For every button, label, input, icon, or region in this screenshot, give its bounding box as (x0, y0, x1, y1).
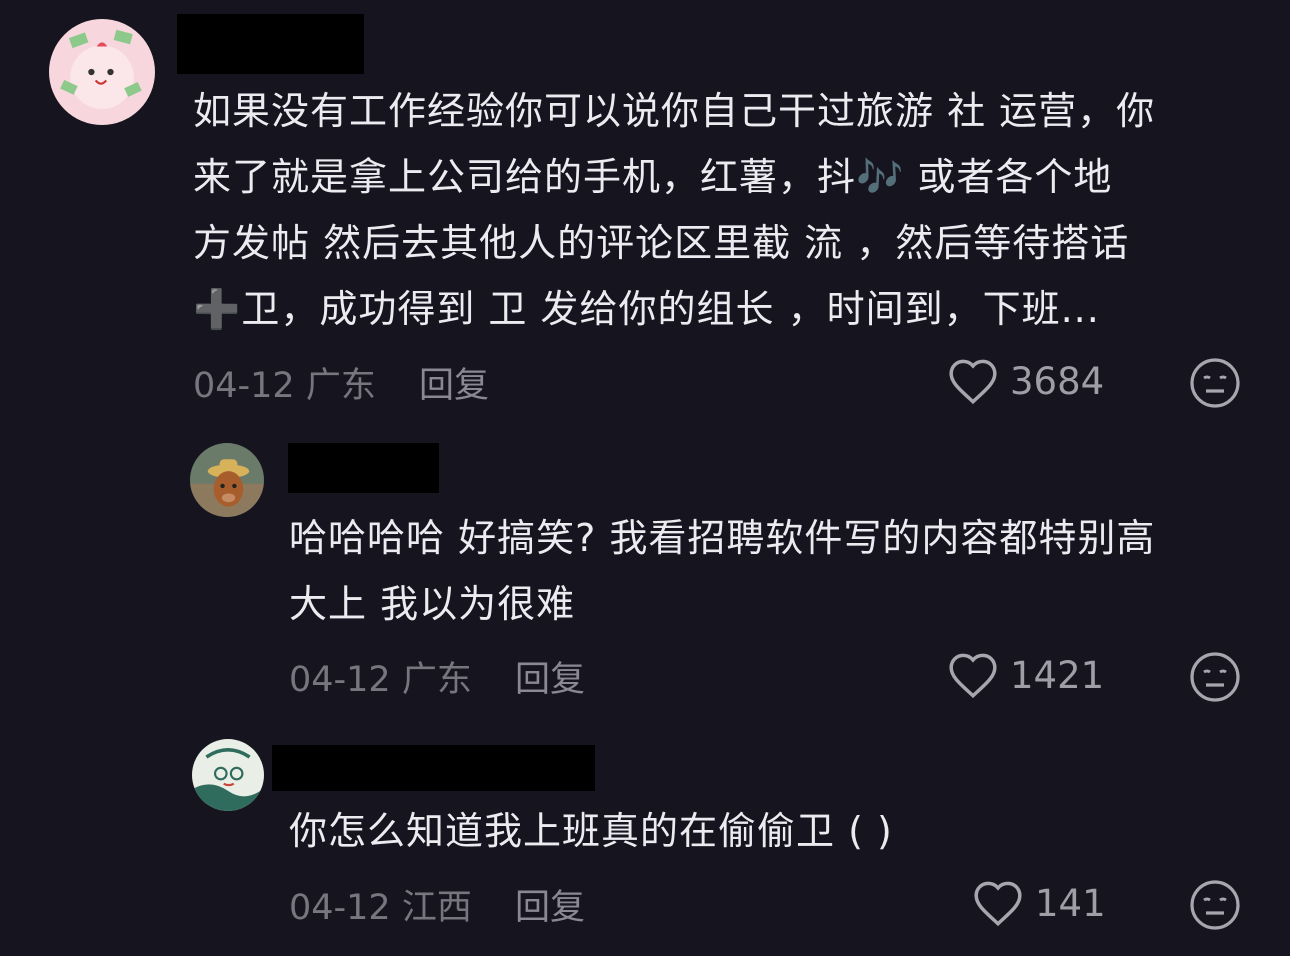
comment-location: 广东 (305, 366, 376, 406)
comment-text-line-4: ➕卫，成功得到 卫 发给你的组长 ，时间到，下班... (193, 276, 1100, 342)
username-redacted[interactable] (177, 14, 364, 74)
comment-text-line-1: 如果没有工作经验你可以说你自己干过旅游 社 运营，你 (193, 89, 1156, 133)
heart-outline-icon (949, 359, 997, 405)
avatar-image (49, 19, 155, 125)
avatar-image (192, 739, 264, 811)
meh-face-icon (1190, 358, 1240, 408)
comment-text-segment: 卫，成功得到 卫 发给你的组长 ，时间到，下班... (241, 287, 1100, 331)
comment-text-segment: 或者各个地 (904, 155, 1113, 199)
meh-face-icon (1190, 652, 1240, 702)
reply-button[interactable]: 回复 (515, 660, 585, 700)
comment-date: 04-12 (193, 366, 295, 406)
username-redacted[interactable] (272, 745, 595, 791)
dislike-button[interactable] (1189, 879, 1241, 931)
dislike-button[interactable] (1189, 651, 1241, 703)
avatar[interactable] (190, 443, 264, 517)
dislike-button[interactable] (1189, 357, 1241, 409)
reply-button[interactable]: 回复 (515, 888, 585, 928)
comment-text-line-2: 大上 我以为很难 (289, 582, 576, 626)
comment-location: 江西 (401, 888, 472, 928)
comment-text-line-2: 来了就是拿上公司给的手机，红薯，抖🎶 或者各个地 (193, 144, 1112, 210)
comment-location: 广东 (401, 660, 472, 700)
like-button[interactable]: 1421 (946, 651, 1104, 699)
like-button[interactable]: 141 (971, 879, 1106, 927)
like-count: 141 (1035, 881, 1106, 925)
avatar[interactable] (49, 19, 155, 125)
comment-text-line-3: 方发帖 然后去其他人的评论区里截 流 ，然后等待搭话 (193, 221, 1130, 265)
comment-meta: 04-12 广东 回复 (193, 357, 489, 408)
heart-outline-icon (974, 881, 1022, 927)
comment-text-line-1: 哈哈哈哈 好搞笑? 我看招聘软件写的内容都特别高 (289, 516, 1156, 560)
avatar-image (190, 443, 264, 517)
meh-face-icon (1190, 880, 1240, 930)
username-redacted[interactable] (288, 443, 439, 493)
comment-text-line-1: 你怎么知道我上班真的在偷偷卫 ( ) (289, 809, 893, 853)
heart-outline-icon (949, 653, 997, 699)
like-count: 3684 (1010, 359, 1105, 403)
plus-icon: ➕ (193, 287, 242, 331)
music-note-icon: 🎶 (856, 155, 905, 199)
comment-date: 04-12 (289, 660, 391, 700)
comment-meta: 04-12 江西 回复 (289, 879, 585, 930)
comment-meta: 04-12 广东 回复 (289, 651, 585, 702)
reply-button[interactable]: 回复 (419, 366, 489, 406)
comment-text-segment: 来了就是拿上公司给的手机，红薯，抖 (193, 155, 857, 199)
avatar[interactable] (192, 739, 264, 811)
comment-date: 04-12 (289, 888, 391, 928)
like-count: 1421 (1010, 653, 1105, 697)
like-button[interactable]: 3684 (946, 357, 1104, 405)
